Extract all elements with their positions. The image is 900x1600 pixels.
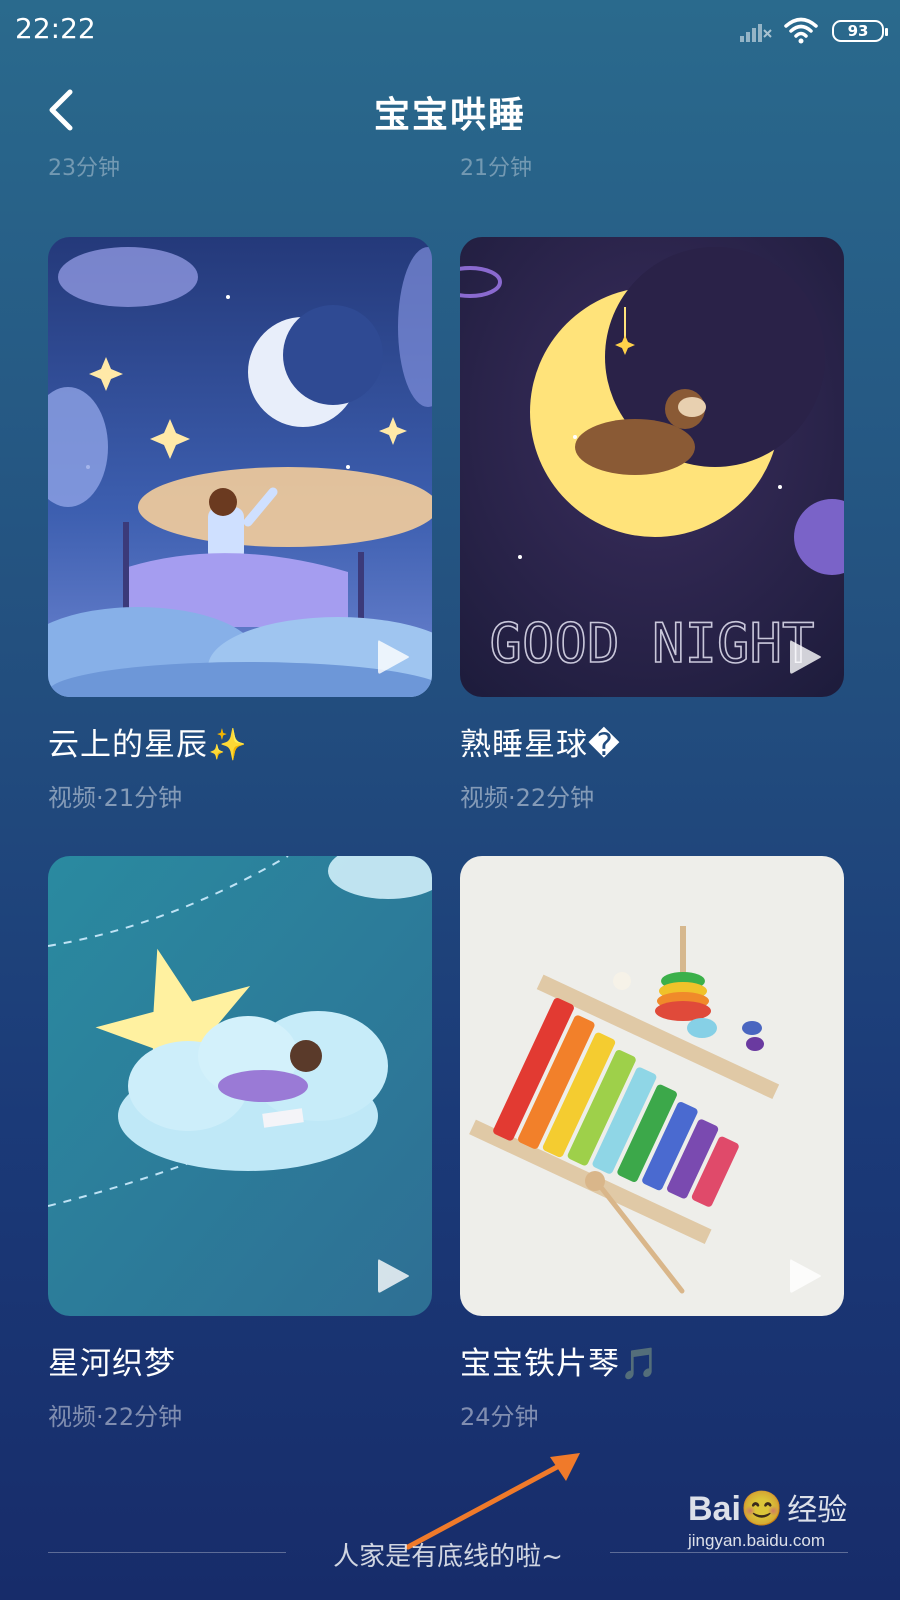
video-title: 云上的星辰✨ [48,727,248,763]
app-header: 宝宝哄睡 [0,70,900,150]
video-subtitle: 24分钟 [460,1403,539,1431]
video-subtitle: 视频·21分钟 [48,784,183,812]
girl-on-cloud-star-illustration [48,856,432,1316]
video-title: 熟睡星球� [460,727,621,763]
rainbow-xylophone-photo [460,856,844,1316]
play-icon[interactable] [372,1256,412,1296]
cellular-signal-icon [740,24,772,42]
video-card[interactable]: 宝宝铁片琴🎵 24分钟 [460,856,844,1432]
good-night-image-text: GOOD NIGHT [489,612,814,675]
video-subtitle: 视频·22分钟 [48,1403,183,1431]
video-thumbnail[interactable]: GOOD NIGHT [460,237,844,697]
video-title: 星河织梦 [48,1346,176,1382]
play-icon[interactable] [784,1256,824,1296]
page-title: 宝宝哄睡 [373,95,526,136]
video-subtitle: 视频·22分钟 [460,784,595,812]
bear-on-moon-illustration: GOOD NIGHT [460,237,844,697]
video-card[interactable]: GOOD NIGHT 熟睡星球� 视频·22分钟 [460,237,844,813]
wifi-icon [784,17,818,44]
play-icon[interactable] [372,637,412,677]
previous-row-right-subtitle: 21分钟 [460,156,532,181]
video-thumbnail[interactable] [48,856,432,1316]
video-card[interactable]: 云上的星辰✨ 视频·21分钟 [48,237,432,813]
baidu-logo: Bai😊 [688,1490,784,1528]
status-time: 22:22 [15,12,96,45]
watermark-url: jingyan.baidu.com [688,1531,826,1550]
status-bar: 22:22 93 [0,0,900,62]
video-title: 宝宝铁片琴🎵 [460,1346,660,1382]
video-card[interactable]: 星河织梦 视频·22分钟 [48,856,432,1432]
play-icon[interactable] [784,637,824,677]
previous-row-left-subtitle: 23分钟 [48,156,120,181]
video-thumbnail[interactable] [48,237,432,697]
watermark-cn: 经验 [787,1493,848,1528]
child-on-cloud-bed-illustration [48,237,432,697]
video-thumbnail[interactable] [460,856,844,1316]
baidu-jingyan-watermark: Bai😊 经验 jingyan.baidu.com [688,1485,888,1585]
battery-indicator: 93 [832,20,888,42]
